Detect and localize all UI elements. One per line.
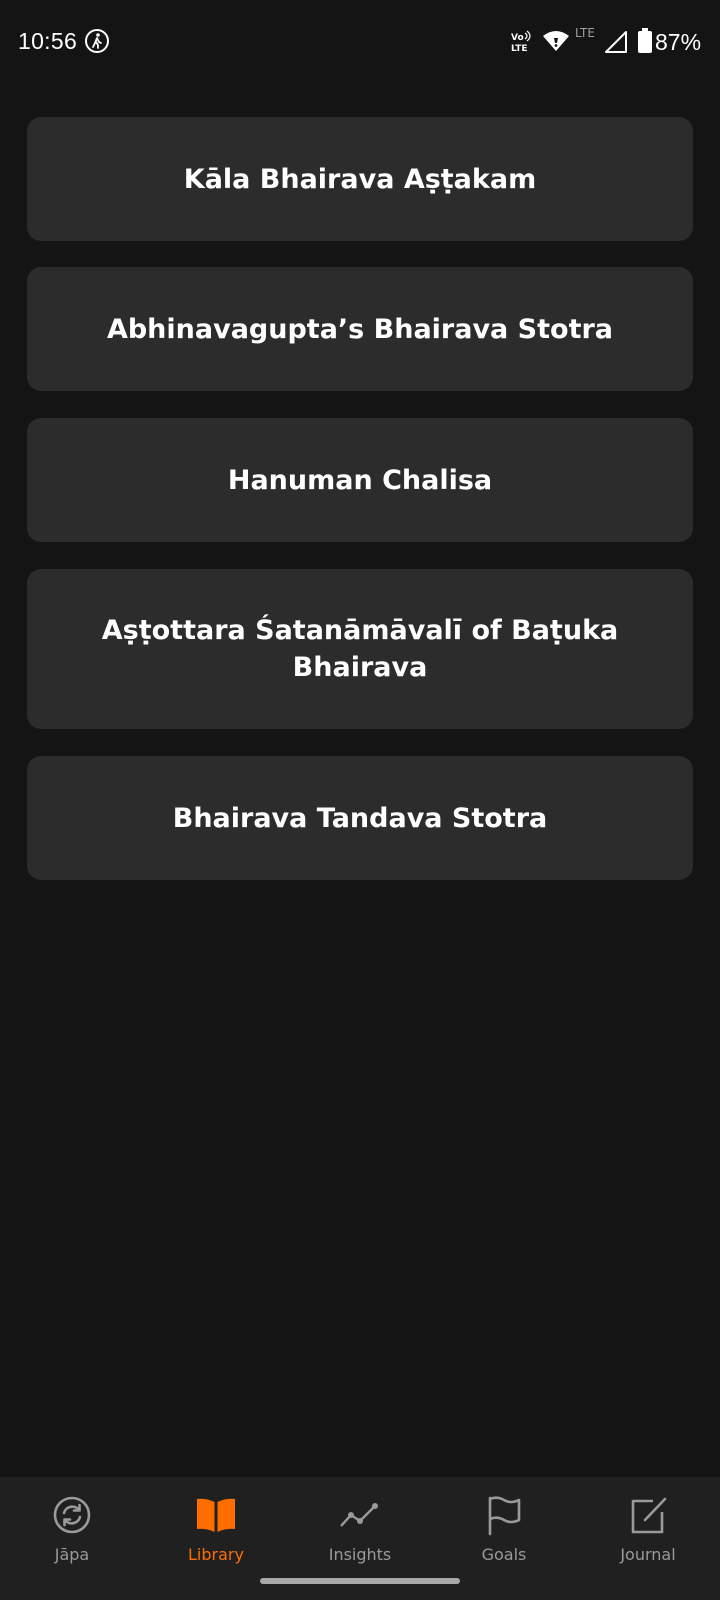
book-icon	[197, 1498, 235, 1532]
volte-icon: Vo LTE	[511, 30, 531, 54]
refresh-circle-icon	[53, 1496, 91, 1534]
signal-icon	[605, 31, 627, 53]
nav-tab-japa[interactable]: Jāpa	[0, 1477, 144, 1577]
line-graph-icon	[340, 1503, 378, 1527]
wifi-icon	[543, 31, 569, 51]
flag-icon	[488, 1496, 521, 1536]
svg-text:LTE: LTE	[511, 44, 528, 54]
nav-tab-label: Insights	[328, 1545, 392, 1564]
nav-tab-goals[interactable]: Goals	[432, 1477, 576, 1577]
battery-icon	[638, 28, 652, 53]
library-item-bhairava-tandava-stotra[interactable]: Bhairava Tandava Stotra	[27, 756, 693, 880]
library-item-title: Hanuman Chalisa	[227, 464, 493, 496]
status-time: 10:56	[18, 28, 78, 54]
walk-icon	[85, 29, 109, 53]
nav-tab-label: Jāpa	[54, 1545, 90, 1564]
library-item-title: Bhairava Tandava Stotra	[172, 802, 548, 834]
nav-tab-insights[interactable]: Insights	[288, 1477, 432, 1577]
library-item-title: Kāla Bhairava Aṣṭakam	[183, 163, 537, 195]
nav-tab-library[interactable]: Library	[144, 1477, 288, 1577]
library-item-abhinavagupta-bhairava-stotra[interactable]: Abhinavagupta’s Bhairava Stotra	[27, 267, 693, 391]
edit-note-icon	[631, 1497, 667, 1534]
library-item-astottara-satanamavali[interactable]: Aṣṭottara Śatanāmāvalī of Baṭuka Bhairav…	[27, 569, 693, 729]
home-indicator[interactable]	[260, 1578, 460, 1584]
library-item-title: Abhinavagupta’s Bhairava Stotra	[106, 313, 614, 345]
library-item-title: Aṣṭottara Śatanāmāvalī of Baṭuka Bhairav…	[101, 615, 619, 683]
battery-percentage: 87%	[655, 29, 702, 55]
nav-tab-label: Library	[188, 1545, 244, 1564]
status-bar: 10:56 Vo LTE LTE 87%	[0, 0, 720, 84]
network-type-label: LTE	[575, 26, 595, 40]
svg-text:Vo: Vo	[511, 33, 524, 43]
library-item-kala-bhairava-astakam[interactable]: Kāla Bhairava Aṣṭakam	[27, 117, 693, 241]
library-item-hanuman-chalisa[interactable]: Hanuman Chalisa	[27, 418, 693, 542]
nav-tab-label: Goals	[481, 1545, 527, 1564]
nav-tab-journal[interactable]: Journal	[576, 1477, 720, 1577]
nav-tab-label: Journal	[620, 1545, 676, 1564]
